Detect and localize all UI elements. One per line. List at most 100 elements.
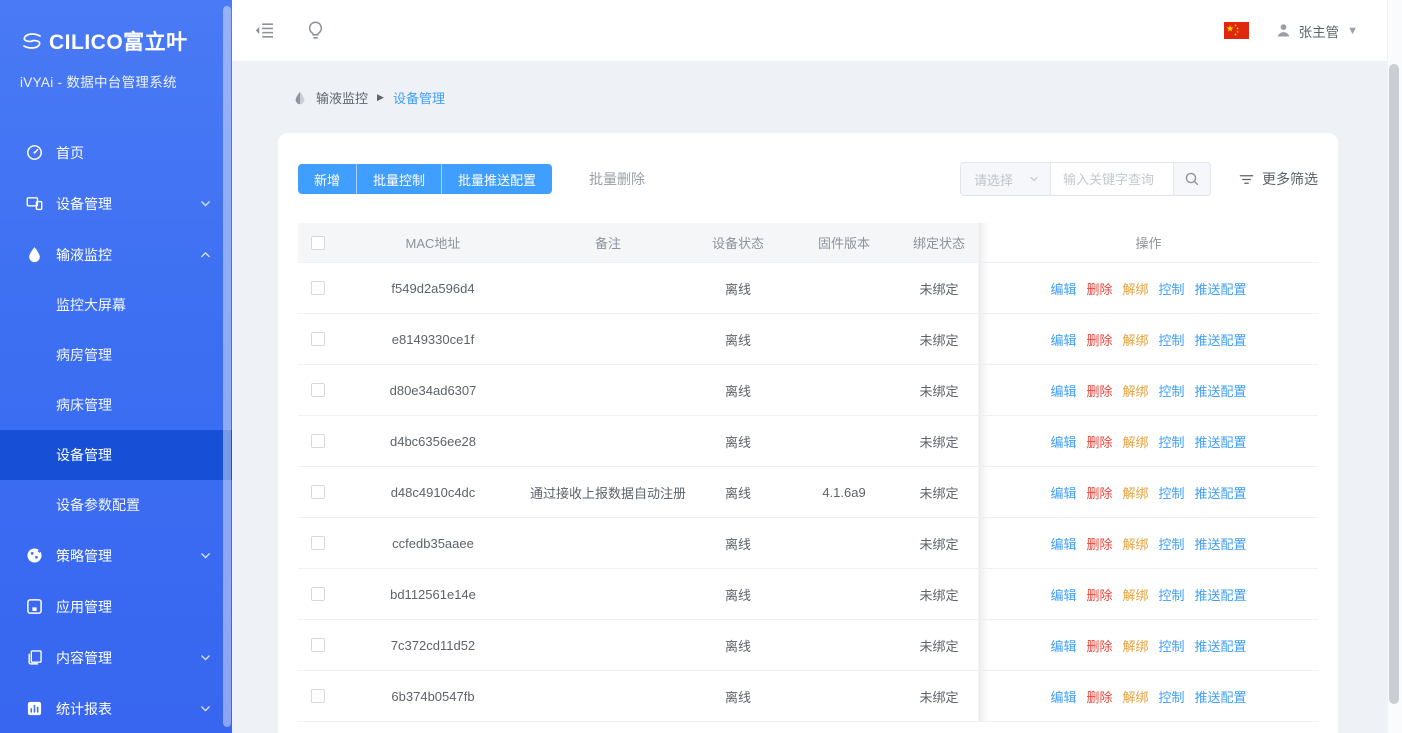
row-checkbox[interactable] <box>311 485 325 499</box>
status-cell: 离线 <box>688 416 788 467</box>
push-config-link[interactable]: 推送配置 <box>1195 585 1247 604</box>
push-config-link[interactable]: 推送配置 <box>1195 534 1247 553</box>
user-name[interactable]: 张主管 <box>1299 21 1340 41</box>
sidebar-item-strategy-management[interactable]: 策略管理 <box>0 530 232 581</box>
filter-icon <box>1239 172 1254 187</box>
push-config-link[interactable]: 推送配置 <box>1195 381 1247 400</box>
svg-text:★: ★ <box>1234 33 1237 37</box>
control-link[interactable]: 控制 <box>1159 432 1185 451</box>
control-link[interactable]: 控制 <box>1159 330 1185 349</box>
row-checkbox[interactable] <box>311 587 325 601</box>
user-menu-caret-icon[interactable]: ▼ <box>1347 25 1358 37</box>
batch-push-config-button[interactable]: 批量推送配置 <box>441 164 552 194</box>
add-button[interactable]: 新增 <box>298 164 356 194</box>
china-flag-icon[interactable]: ★ ★ ★ ★ ★ <box>1224 22 1249 39</box>
collapse-menu-icon[interactable] <box>254 20 275 41</box>
page-scrollbar-thumb[interactable] <box>1389 64 1399 704</box>
row-checkbox[interactable] <box>311 536 325 550</box>
edit-link[interactable]: 编辑 <box>1050 585 1076 604</box>
push-config-link[interactable]: 推送配置 <box>1195 279 1247 298</box>
sidebar-subitem-ward-management[interactable]: 病房管理 <box>0 330 232 380</box>
control-link[interactable]: 控制 <box>1159 381 1185 400</box>
unbind-link[interactable]: 解绑 <box>1122 330 1148 349</box>
edit-link[interactable]: 编辑 <box>1050 534 1076 553</box>
actions-cell: 编辑删除解绑控制推送配置 <box>978 416 1318 467</box>
sidebar-item-app-management[interactable]: 应用管理 <box>0 581 232 632</box>
edit-link[interactable]: 编辑 <box>1050 330 1076 349</box>
control-link[interactable]: 控制 <box>1159 585 1185 604</box>
row-checkbox[interactable] <box>311 281 325 295</box>
batch-control-button[interactable]: 批量控制 <box>356 164 441 194</box>
sidebar-item-label: 统计报表 <box>56 699 199 719</box>
control-link[interactable]: 控制 <box>1159 483 1185 502</box>
filter-select[interactable]: 请选择 <box>961 163 1051 195</box>
row-checkbox-cell <box>298 467 338 518</box>
delete-link[interactable]: 删除 <box>1086 279 1112 298</box>
sidebar-subitem-label: 监控大屏幕 <box>56 295 126 315</box>
delete-link[interactable]: 删除 <box>1086 585 1112 604</box>
sidebar-item-device-management[interactable]: 设备管理 <box>0 178 232 229</box>
delete-link[interactable]: 删除 <box>1086 483 1112 502</box>
binding-cell: 未绑定 <box>900 671 978 722</box>
unbind-link[interactable]: 解绑 <box>1122 483 1148 502</box>
sidebar-scrollbar[interactable] <box>223 6 231 727</box>
keyword-search-input[interactable] <box>1051 163 1173 195</box>
edit-link[interactable]: 编辑 <box>1050 432 1076 451</box>
edit-link[interactable]: 编辑 <box>1050 279 1076 298</box>
row-checkbox[interactable] <box>311 332 325 346</box>
unbind-link[interactable]: 解绑 <box>1122 279 1148 298</box>
delete-link[interactable]: 删除 <box>1086 381 1112 400</box>
sidebar-item-home[interactable]: 首页 <box>0 127 232 178</box>
push-config-link[interactable]: 推送配置 <box>1195 330 1247 349</box>
status-cell: 离线 <box>688 569 788 620</box>
sidebar-item-infusion-monitor[interactable]: 输液监控 <box>0 229 232 280</box>
edit-link[interactable]: 编辑 <box>1050 381 1076 400</box>
sidebar-item-label: 应用管理 <box>56 597 212 617</box>
row-checkbox[interactable] <box>311 383 325 397</box>
push-config-link[interactable]: 推送配置 <box>1195 636 1247 655</box>
edit-link[interactable]: 编辑 <box>1050 687 1076 706</box>
row-checkbox[interactable] <box>311 689 325 703</box>
row-checkbox-cell <box>298 263 338 314</box>
row-checkbox[interactable] <box>311 638 325 652</box>
control-link[interactable]: 控制 <box>1159 636 1185 655</box>
push-config-link[interactable]: 推送配置 <box>1195 483 1247 502</box>
unbind-link[interactable]: 解绑 <box>1122 585 1148 604</box>
delete-link[interactable]: 删除 <box>1086 432 1112 451</box>
select-all-checkbox[interactable] <box>311 236 325 250</box>
unbind-link[interactable]: 解绑 <box>1122 381 1148 400</box>
push-config-link[interactable]: 推送配置 <box>1195 432 1247 451</box>
delete-link[interactable]: 删除 <box>1086 636 1112 655</box>
edit-link[interactable]: 编辑 <box>1050 636 1076 655</box>
breadcrumb-current[interactable]: 设备管理 <box>393 88 445 107</box>
page-scrollbar[interactable] <box>1387 0 1402 733</box>
unbind-link[interactable]: 解绑 <box>1122 636 1148 655</box>
delete-link[interactable]: 删除 <box>1086 534 1112 553</box>
more-filter-button[interactable]: 更多筛选 <box>1239 169 1318 189</box>
row-checkbox[interactable] <box>311 434 325 448</box>
mac-cell: 6b374b0547fb <box>338 671 528 722</box>
sidebar-subitem-device-management-sub[interactable]: 设备管理 <box>0 430 232 480</box>
actions-cell: 编辑删除解绑控制推送配置 <box>978 365 1318 416</box>
sidebar-item-content-management[interactable]: 内容管理 <box>0 632 232 683</box>
control-link[interactable]: 控制 <box>1159 687 1185 706</box>
control-link[interactable]: 控制 <box>1159 534 1185 553</box>
batch-delete-button[interactable]: 批量删除 <box>589 169 645 189</box>
unbind-link[interactable]: 解绑 <box>1122 687 1148 706</box>
sidebar-subitem-device-param-config[interactable]: 设备参数配置 <box>0 480 232 530</box>
delete-link[interactable]: 删除 <box>1086 687 1112 706</box>
unbind-link[interactable]: 解绑 <box>1122 432 1148 451</box>
actions-cell: 编辑删除解绑控制推送配置 <box>978 671 1318 722</box>
sidebar-item-statistics-report[interactable]: 统计报表 <box>0 683 232 733</box>
firmware-cell <box>788 620 900 671</box>
table-row: 6b374b0547fb离线未绑定编辑删除解绑控制推送配置 <box>298 671 1318 722</box>
control-link[interactable]: 控制 <box>1159 279 1185 298</box>
unbind-link[interactable]: 解绑 <box>1122 534 1148 553</box>
sidebar-subitem-bed-management[interactable]: 病床管理 <box>0 380 232 430</box>
edit-link[interactable]: 编辑 <box>1050 483 1076 502</box>
sidebar-subitem-monitor-big-screen[interactable]: 监控大屏幕 <box>0 280 232 330</box>
delete-link[interactable]: 删除 <box>1086 330 1112 349</box>
push-config-link[interactable]: 推送配置 <box>1195 687 1247 706</box>
search-button[interactable] <box>1173 163 1210 195</box>
lightbulb-icon[interactable] <box>305 20 326 41</box>
